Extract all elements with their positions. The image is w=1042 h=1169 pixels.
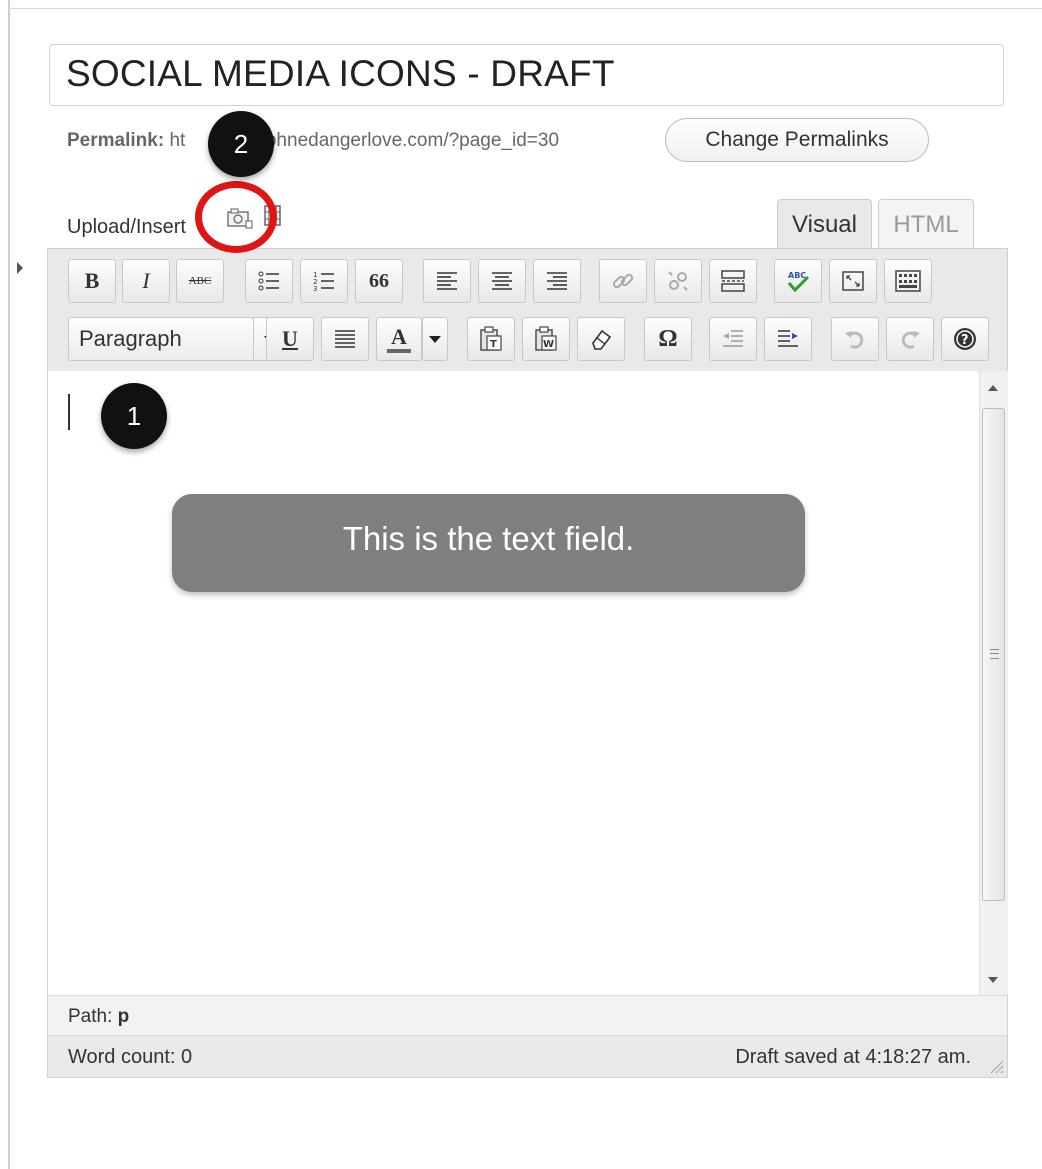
indent-icon <box>778 330 798 347</box>
numbered-list-button[interactable]: 123 <box>300 259 348 303</box>
special-character-button[interactable]: Ω <box>644 317 692 361</box>
text-color-button[interactable]: A <box>376 317 422 361</box>
remove-format-button[interactable] <box>577 317 625 361</box>
align-right-button[interactable] <box>533 259 581 303</box>
omega-icon: Ω <box>658 325 678 352</box>
indent-button[interactable] <box>764 317 812 361</box>
align-right-icon <box>547 272 567 290</box>
fullscreen-button[interactable] <box>829 259 877 303</box>
window-left-border <box>8 0 10 1169</box>
step-marker-2: 2 <box>208 111 274 177</box>
redo-icon <box>901 331 920 349</box>
kitchen-sink-icon <box>895 270 921 292</box>
help-icon: ? <box>954 328 976 350</box>
svg-text:W: W <box>543 339 554 350</box>
paste-word-icon: W <box>535 326 557 351</box>
numbered-list-icon: 123 <box>313 271 334 293</box>
rich-text-editor: B I ABC 123 66 ABC Paragraph U A T W Ω ?… <box>47 248 1008 1078</box>
scroll-down-icon[interactable] <box>988 977 998 983</box>
eraser-icon <box>592 329 612 350</box>
upload-insert-label: Upload/Insert <box>67 216 186 238</box>
chevron-down-icon <box>429 335 441 343</box>
blockquote-icon: 66 <box>369 269 389 292</box>
format-select[interactable]: Paragraph <box>68 317 254 361</box>
text-color-swatch <box>387 348 411 353</box>
path-value[interactable]: p <box>118 1006 130 1027</box>
align-center-icon <box>492 272 512 290</box>
highlight-ring <box>195 181 277 253</box>
permalink-label: Permalink: <box>67 130 165 151</box>
window-top-border <box>8 8 1042 9</box>
draft-saved-status: Draft saved at 4:18:27 am. <box>735 1046 971 1068</box>
underline-icon: U <box>282 326 298 351</box>
text-cursor <box>68 394 70 430</box>
path-bar: Path: p <box>48 995 1007 1035</box>
help-button[interactable]: ? <box>941 317 989 361</box>
change-permalinks-button[interactable]: Change Permalinks <box>665 118 929 162</box>
text-color-dropdown[interactable] <box>422 317 448 361</box>
tab-visual[interactable]: Visual <box>777 199 872 249</box>
fullscreen-icon <box>842 271 864 291</box>
undo-button[interactable] <box>831 317 879 361</box>
text-field-callout: This is the text field. <box>172 494 805 592</box>
strikethrough-icon: ABC <box>188 275 212 287</box>
editor-scrollbar[interactable] <box>979 371 1008 995</box>
grip-icon <box>990 649 999 659</box>
paste-word-button[interactable]: W <box>522 317 570 361</box>
paste-text-icon: T <box>480 326 502 351</box>
path-label: Path: <box>68 1006 113 1027</box>
post-title-input[interactable]: SOCIAL MEDIA ICONS - DRAFT <box>49 44 1004 106</box>
bulleted-list-icon <box>258 271 279 291</box>
word-count: Word count: 0 <box>68 1046 193 1068</box>
status-bar: Word count: 0 Draft saved at 4:18:27 am. <box>48 1035 1007 1077</box>
svg-text:ABC: ABC <box>788 271 806 280</box>
bold-button[interactable]: B <box>68 259 116 303</box>
outdent-icon <box>723 330 743 347</box>
underline-button[interactable]: U <box>266 317 314 361</box>
blockquote-button[interactable]: 66 <box>355 259 403 303</box>
align-left-icon <box>437 272 457 290</box>
svg-text:3: 3 <box>313 285 317 293</box>
resize-handle-icon[interactable] <box>988 1058 1004 1074</box>
permalink-row: Permalink: ht aphnedangerlove.com/?page_i… <box>67 130 559 152</box>
unlink-button[interactable] <box>654 259 702 303</box>
paste-text-button[interactable]: T <box>467 317 515 361</box>
permalink-prefix[interactable]: ht <box>169 130 185 151</box>
insert-more-button[interactable] <box>709 259 757 303</box>
outdent-button[interactable] <box>709 317 757 361</box>
link-icon <box>612 273 634 289</box>
italic-button[interactable]: I <box>122 259 170 303</box>
bulleted-list-button[interactable] <box>245 259 293 303</box>
align-left-button[interactable] <box>423 259 471 303</box>
editor-toolbar: B I ABC 123 66 ABC Paragraph U A T W Ω ? <box>48 249 1007 372</box>
align-justify-icon <box>335 330 355 348</box>
scroll-up-icon[interactable] <box>988 385 998 391</box>
svg-text:?: ? <box>961 333 969 348</box>
redo-button[interactable] <box>886 317 934 361</box>
collapse-arrow-icon[interactable] <box>17 262 23 274</box>
svg-text:T: T <box>490 339 497 350</box>
spellcheck-icon: ABC <box>787 271 810 293</box>
permalink-url[interactable]: aphnedangerlove.com/?page_id=30 <box>255 130 559 151</box>
kitchen-sink-button[interactable] <box>884 259 932 303</box>
more-tag-icon <box>721 270 745 292</box>
bold-icon: B <box>84 268 100 293</box>
insert-link-button[interactable] <box>599 259 647 303</box>
step-marker-1: 1 <box>101 383 167 449</box>
tab-html[interactable]: HTML <box>878 199 974 249</box>
spellcheck-button[interactable]: ABC <box>774 259 822 303</box>
editor-text-area[interactable] <box>48 371 978 995</box>
align-center-button[interactable] <box>478 259 526 303</box>
undo-icon <box>845 331 864 349</box>
text-color-icon: A <box>391 323 407 349</box>
italic-icon: I <box>142 268 150 293</box>
strikethrough-button[interactable]: ABC <box>176 259 224 303</box>
scrollbar-thumb[interactable] <box>982 408 1005 901</box>
unlink-icon <box>668 271 688 291</box>
justify-button[interactable] <box>321 317 369 361</box>
